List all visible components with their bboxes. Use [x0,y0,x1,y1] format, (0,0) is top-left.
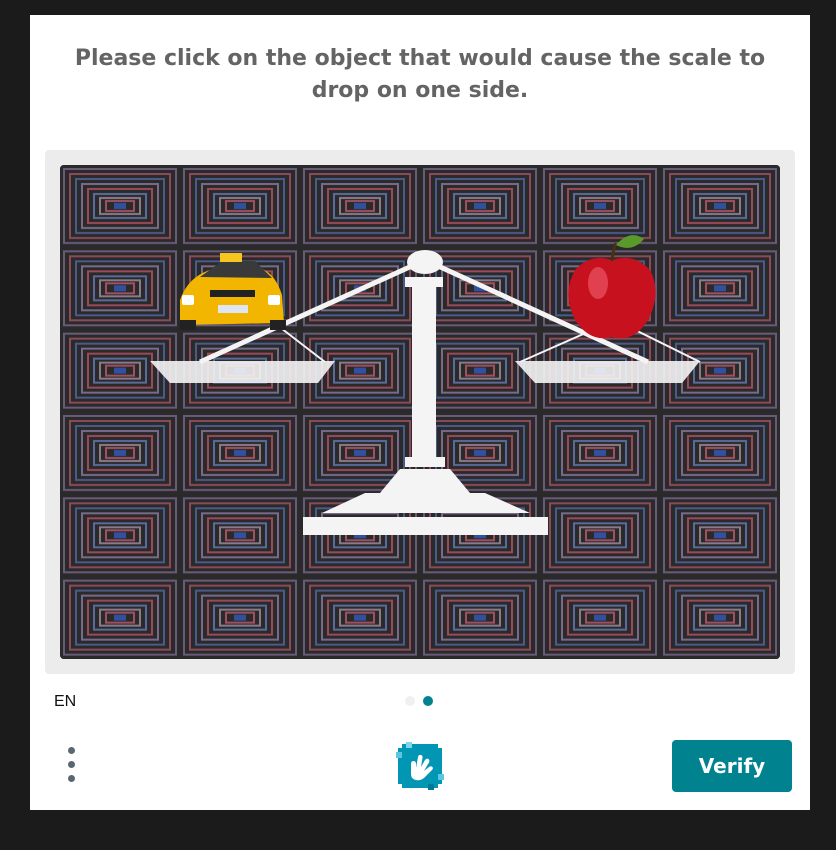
menu-dot-icon [68,747,75,754]
page-dot-2[interactable] [423,696,433,706]
page-dot-1[interactable] [405,696,415,706]
menu-button[interactable] [64,745,80,785]
menu-dot-icon [68,761,75,768]
challenge-prompt: Please click on the object that would ca… [74,46,766,103]
captcha-card: Please click on the object that would ca… [30,15,810,810]
challenge-image[interactable] [60,165,780,659]
task-panel [45,150,795,674]
page-indicator [405,696,433,706]
menu-dot-icon [68,775,75,782]
hand-logo-icon [394,740,446,792]
verify-button[interactable]: Verify [672,740,792,792]
language-selector[interactable]: EN [54,693,76,711]
